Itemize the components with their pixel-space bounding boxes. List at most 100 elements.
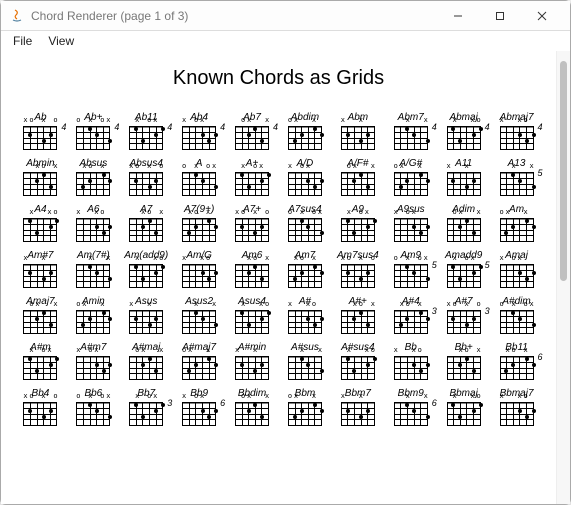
finger-dot xyxy=(451,403,455,407)
finger-dot xyxy=(511,363,515,367)
chord-cell: Abdimoxx xyxy=(280,112,331,154)
content-area: Known Chords as Grids Ab4xoxoAb+4oxoxAb1… xyxy=(1,51,570,504)
string-markers: oxox xyxy=(287,209,323,216)
finger-dot xyxy=(293,415,297,419)
finger-dot xyxy=(161,265,165,269)
finger-dot xyxy=(366,409,370,413)
finger-dot xyxy=(479,127,483,131)
finger-dot xyxy=(194,225,198,229)
maximize-button[interactable] xyxy=(480,4,520,28)
finger-dot xyxy=(207,415,211,419)
finger-dot xyxy=(253,369,257,373)
chord-diagram: xxo xyxy=(338,354,378,384)
menu-view[interactable]: View xyxy=(42,33,80,49)
finger-dot xyxy=(214,323,218,327)
string-markers: xox xyxy=(128,393,164,400)
chord-cell: Ab114xox xyxy=(121,112,172,154)
scrollbar-thumb[interactable] xyxy=(560,61,567,281)
fret-label: 4 xyxy=(432,122,437,132)
string-markers: xox xyxy=(22,163,58,170)
finger-dot xyxy=(373,219,377,223)
chord-diagram: oxx xyxy=(444,216,484,246)
finger-dot xyxy=(419,173,423,177)
finger-dot xyxy=(465,185,469,189)
string-markers: xxo xyxy=(181,255,217,262)
vertical-scrollbar[interactable] xyxy=(556,51,570,504)
finger-dot xyxy=(472,179,476,183)
finger-dot xyxy=(366,185,370,189)
chord-diagram: oxx xyxy=(20,308,60,338)
fret-label: 4 xyxy=(538,122,543,132)
finger-dot xyxy=(55,357,59,361)
finger-dot xyxy=(479,265,483,269)
page-content: Known Chords as Grids Ab4xoxoAb+4oxoxAb1… xyxy=(1,51,556,504)
string-markers: xox xyxy=(446,255,482,262)
finger-dot xyxy=(108,317,112,321)
chord-diagram: 5oxox xyxy=(391,262,431,292)
string-markers: xox xyxy=(75,163,111,170)
fretboard xyxy=(76,172,110,196)
finger-dot xyxy=(134,403,138,407)
finger-dot xyxy=(313,323,317,327)
finger-dot xyxy=(366,133,370,137)
finger-dot xyxy=(320,409,324,413)
chord-cell: Abmaj74xxo xyxy=(491,112,542,154)
finger-dot xyxy=(306,179,310,183)
chord-diagram: xxo xyxy=(20,216,60,246)
finger-dot xyxy=(260,139,264,143)
menubar: File View xyxy=(1,31,570,51)
finger-dot xyxy=(108,225,112,229)
fretboard xyxy=(235,126,269,150)
app-window: Chord Renderer (page 1 of 3) File View K… xyxy=(0,0,571,505)
fretboard xyxy=(500,126,534,150)
chord-diagram: xox xyxy=(20,170,60,200)
finger-dot xyxy=(201,317,205,321)
fretboard xyxy=(394,218,428,242)
finger-dot xyxy=(194,173,198,177)
string-markers: xxo xyxy=(75,209,111,216)
chord-diagram: 4xxo xyxy=(497,124,537,154)
minimize-button[interactable] xyxy=(438,4,478,28)
chord-cell: A#maj7oxx xyxy=(174,342,225,384)
finger-dot xyxy=(102,231,106,235)
string-markers: xx xyxy=(22,255,58,262)
finger-dot xyxy=(154,409,158,413)
finger-dot xyxy=(346,219,350,223)
string-markers: oxx xyxy=(499,209,535,216)
finger-dot xyxy=(412,133,416,137)
finger-dot xyxy=(141,363,145,367)
string-markers: xoxo xyxy=(22,117,58,124)
finger-dot xyxy=(518,179,522,183)
finger-dot xyxy=(201,271,205,275)
finger-dot xyxy=(108,139,112,143)
fretboard xyxy=(182,172,216,196)
chord-cell: Bbm96xx xyxy=(385,388,436,430)
string-markers: xox xyxy=(128,117,164,124)
finger-dot xyxy=(320,231,324,235)
finger-dot xyxy=(518,317,522,321)
finger-dot xyxy=(214,409,218,413)
finger-dot xyxy=(28,133,32,137)
fretboard xyxy=(447,402,481,426)
fretboard xyxy=(447,356,481,380)
finger-dot xyxy=(108,415,112,419)
fretboard xyxy=(182,126,216,150)
finger-dot xyxy=(154,369,158,373)
finger-dot xyxy=(214,133,218,137)
fretboard xyxy=(129,356,163,380)
finger-dot xyxy=(154,179,158,183)
fret-label: 4 xyxy=(114,122,119,132)
chord-diagram: xox xyxy=(285,170,325,200)
fretboard xyxy=(235,264,269,288)
string-markers: xox xyxy=(340,301,376,308)
fretboard xyxy=(500,218,534,242)
close-button[interactable] xyxy=(522,4,562,28)
string-markers: xx xyxy=(499,163,535,170)
fretboard xyxy=(235,218,269,242)
chord-diagram: xxo xyxy=(391,354,431,384)
chord-cell: A#majoxx xyxy=(121,342,172,384)
finger-dot xyxy=(187,369,191,373)
chord-cell: A7xox xyxy=(121,204,172,246)
menu-file[interactable]: File xyxy=(7,33,38,49)
string-markers: xxo xyxy=(340,347,376,354)
